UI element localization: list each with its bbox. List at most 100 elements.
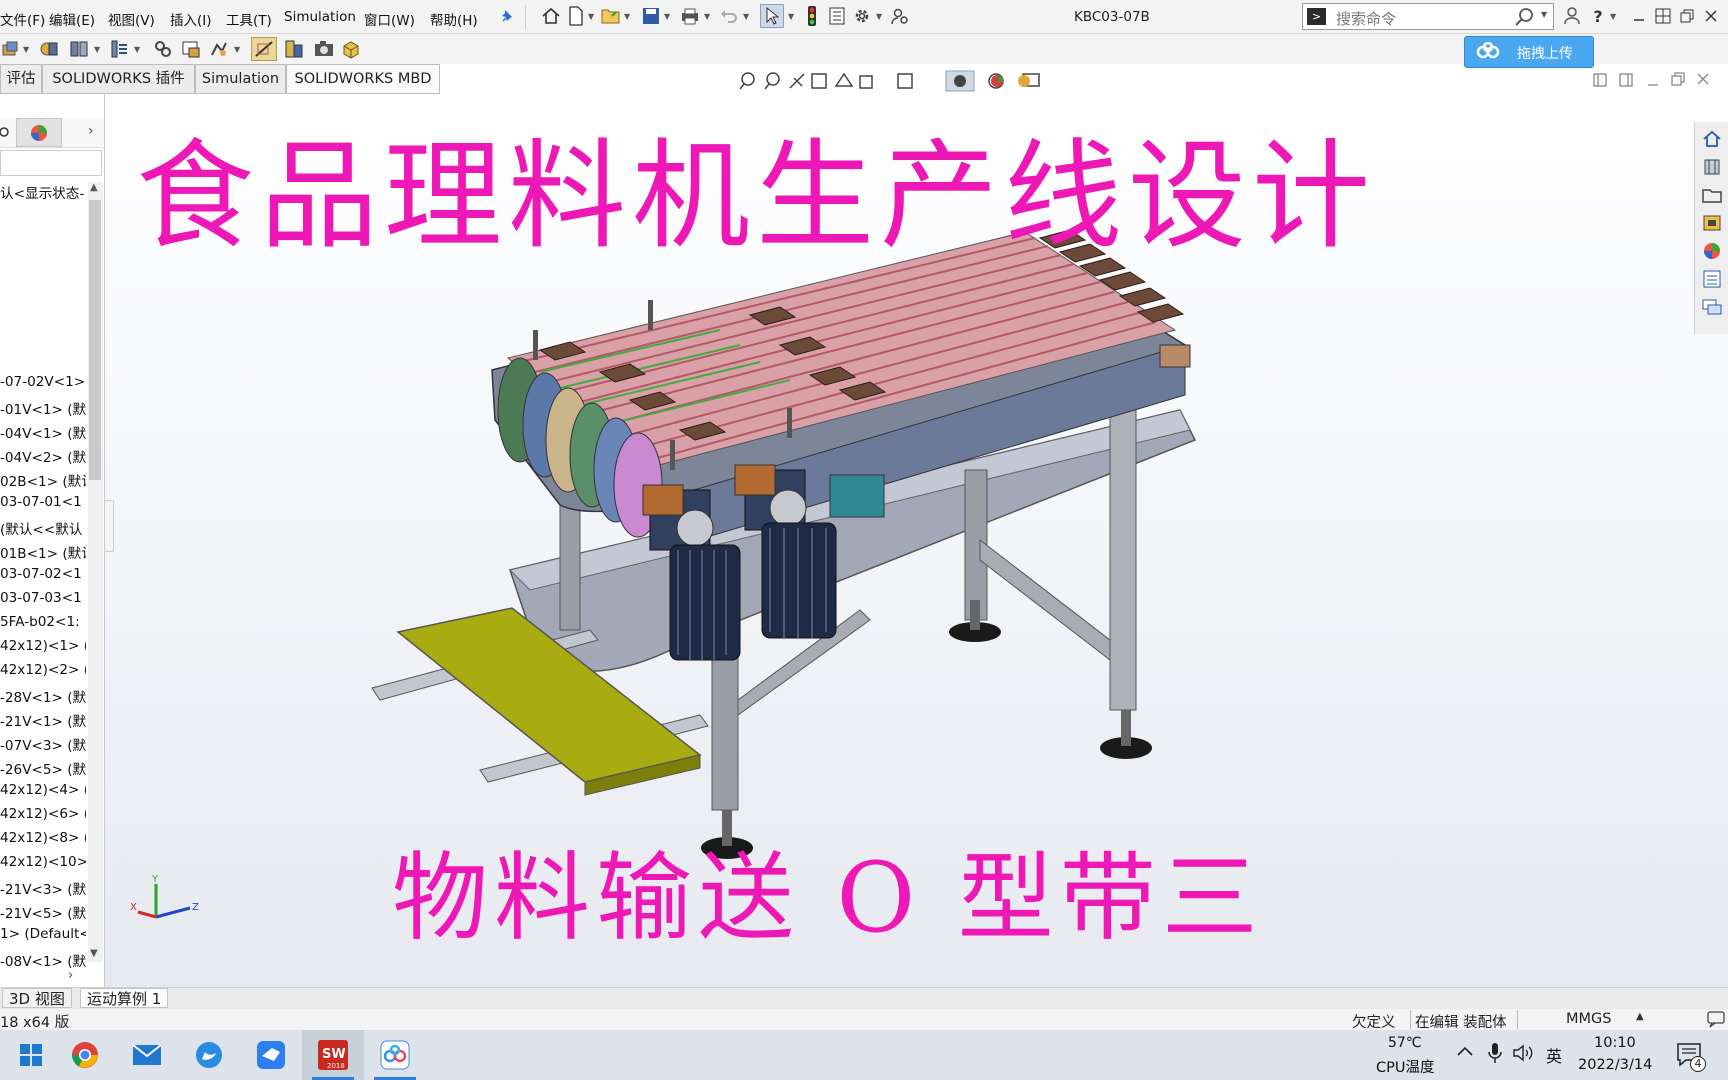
input-method-indicator[interactable]: 英	[1546, 1043, 1562, 1067]
instant3d-icon[interactable]	[340, 38, 362, 60]
rebuild-traffic-light-icon[interactable]	[801, 5, 823, 27]
tab-3d-view[interactable]: 3D 视图	[2, 988, 72, 1008]
tray-overflow-chevron-icon[interactable]	[1456, 1045, 1474, 1061]
appearances-scenes-icon[interactable]	[1701, 240, 1723, 262]
config-manager-tab-icon[interactable]	[0, 123, 14, 145]
save-dropdown-icon[interactable]: ▼	[664, 5, 672, 27]
file-explorer-icon[interactable]	[1701, 184, 1723, 206]
smart-fasteners-icon[interactable]	[108, 38, 130, 60]
upload-button[interactable]: 拖拽上传	[1464, 36, 1594, 68]
assembly-component-icon[interactable]	[0, 38, 22, 60]
tab-solidworks-mbd[interactable]: SOLIDWORKS MBD	[286, 64, 440, 94]
taskbar-browser[interactable]	[178, 1030, 240, 1080]
assembly-features-icon[interactable]	[208, 38, 230, 60]
appearance-tab[interactable]	[16, 118, 62, 147]
search-icon[interactable]	[1514, 6, 1536, 32]
panel-expand-chevron-icon[interactable]: ›	[88, 123, 94, 139]
tree-item[interactable]: 5FA-b02<1:	[0, 614, 86, 630]
custom-properties-icon[interactable]	[1701, 268, 1723, 290]
tree-item[interactable]: -26V<5> (默	[0, 758, 86, 778]
tree-item[interactable]: -21V<3> (默	[0, 878, 86, 898]
account-icon[interactable]	[1561, 5, 1583, 27]
clock-time[interactable]: 10:10	[1594, 1035, 1636, 1051]
snapshot-camera-icon[interactable]	[313, 38, 335, 60]
tooltip-icon[interactable]	[1706, 1010, 1726, 1032]
new-dropdown-icon[interactable]: ▼	[588, 5, 596, 27]
pattern-dropdown-icon[interactable]: ▼	[94, 38, 102, 60]
tree-item[interactable]: 42x12)<1> (	[0, 638, 86, 654]
menu-simulation[interactable]: Simulation	[284, 9, 356, 25]
user-settings-icon[interactable]	[889, 5, 911, 27]
pin-icon[interactable]	[497, 5, 519, 27]
fasteners-dropdown-icon[interactable]: ▼	[134, 38, 142, 60]
tree-item[interactable]: -08V<1> (默	[0, 950, 86, 970]
taskbar-solidworks[interactable]: SW 2018	[302, 1030, 364, 1080]
tree-item[interactable]: -01V<1> (默	[0, 398, 86, 418]
menu-file[interactable]: 文件(F)	[0, 9, 45, 29]
new-document-icon[interactable]	[565, 5, 587, 27]
tree-scroll-right-icon[interactable]: ›	[68, 968, 73, 983]
tab-solidworks-addins[interactable]: SOLIDWORKS 插件	[42, 64, 195, 94]
view-palette-icon[interactable]	[1701, 212, 1723, 234]
tree-item[interactable]: 42x12)<4> (	[0, 782, 86, 798]
taskbar-mail[interactable]	[116, 1030, 178, 1080]
start-button[interactable]	[0, 1030, 62, 1080]
select-dropdown-icon[interactable]: ▼	[788, 5, 796, 27]
undo-icon[interactable]	[718, 5, 740, 27]
reference-geometry-icon[interactable]	[251, 37, 277, 61]
menu-tools[interactable]: 工具(T)	[226, 9, 272, 29]
open-dropdown-icon[interactable]: ▼	[624, 5, 632, 27]
menu-help[interactable]: 帮助(H)	[430, 9, 478, 29]
save-icon[interactable]	[640, 5, 662, 27]
options-dropdown-icon[interactable]: ▼	[876, 5, 884, 27]
unit-system[interactable]: MMGS	[1566, 1011, 1611, 1027]
tree-item[interactable]: 1> (Default<	[0, 926, 86, 942]
help-dropdown-icon[interactable]: ▼	[1610, 5, 1618, 27]
linear-pattern-icon[interactable]	[68, 38, 90, 60]
tree-item[interactable]: 42x12)<10>	[0, 854, 86, 870]
tab-simulation[interactable]: Simulation	[195, 64, 286, 94]
file-properties-icon[interactable]	[826, 5, 848, 27]
tree-item[interactable]: 03-07-01<1	[0, 494, 86, 510]
tree-top-item[interactable]: 认<显示状态-	[0, 182, 86, 202]
menu-edit[interactable]: 编辑(E)	[49, 9, 95, 29]
taskbar-baidu-netdisk[interactable]	[364, 1030, 426, 1080]
restore-icon[interactable]	[1676, 5, 1698, 27]
volume-icon[interactable]	[1512, 1044, 1534, 1066]
solidworks-resources-home-icon[interactable]	[1701, 128, 1723, 150]
open-folder-icon[interactable]	[600, 5, 622, 27]
taskbar-chrome[interactable]	[54, 1030, 116, 1080]
clock-date[interactable]: 2022/3/14	[1578, 1057, 1652, 1073]
component-dropdown-icon[interactable]: ▼	[23, 38, 31, 60]
tree-scrollbar-thumb[interactable]	[89, 200, 101, 480]
minimize-icon[interactable]	[1628, 5, 1650, 27]
mate-icon[interactable]	[38, 38, 60, 60]
tree-item[interactable]: -04V<1> (默	[0, 422, 86, 442]
tree-item[interactable]: (默认<<默认	[0, 518, 86, 538]
menu-insert[interactable]: 插入(I)	[170, 9, 212, 29]
tree-item[interactable]: -07-02V<1>	[0, 374, 86, 390]
scroll-up-icon[interactable]: ▲	[90, 182, 98, 193]
tree-scrollbar[interactable]: ▲ ▼	[88, 182, 103, 962]
microphone-icon[interactable]	[1488, 1042, 1502, 1068]
tree-item[interactable]: 03-07-03<1	[0, 590, 86, 606]
tab-evaluate[interactable]: 评估	[0, 64, 42, 94]
unit-system-caret-icon[interactable]: ▲	[1636, 1011, 1644, 1022]
print-icon[interactable]	[679, 5, 701, 27]
new-motion-study-icon[interactable]	[283, 38, 305, 60]
tree-item[interactable]: 42x12)<8> (	[0, 830, 86, 846]
menu-window[interactable]: 窗口(W)	[364, 9, 415, 29]
move-component-icon[interactable]	[152, 38, 174, 60]
tree-item[interactable]: 02B<1> (默认	[0, 470, 86, 490]
tree-item[interactable]: 01B<1> (默认	[0, 542, 86, 562]
tree-item[interactable]: 03-07-02<1	[0, 566, 86, 582]
show-hidden-icon[interactable]	[180, 38, 202, 60]
scroll-down-icon[interactable]: ▼	[90, 948, 98, 959]
tree-item[interactable]: 42x12)<2> (	[0, 662, 86, 678]
print-dropdown-icon[interactable]: ▼	[704, 5, 712, 27]
tree-item[interactable]: -07V<3> (默	[0, 734, 86, 754]
select-arrow-icon[interactable]	[760, 4, 784, 28]
panel-splitter-handle[interactable]	[104, 500, 114, 552]
search-dropdown-icon[interactable]: ▼	[1541, 10, 1547, 19]
taskbar-feishu[interactable]	[240, 1030, 302, 1080]
